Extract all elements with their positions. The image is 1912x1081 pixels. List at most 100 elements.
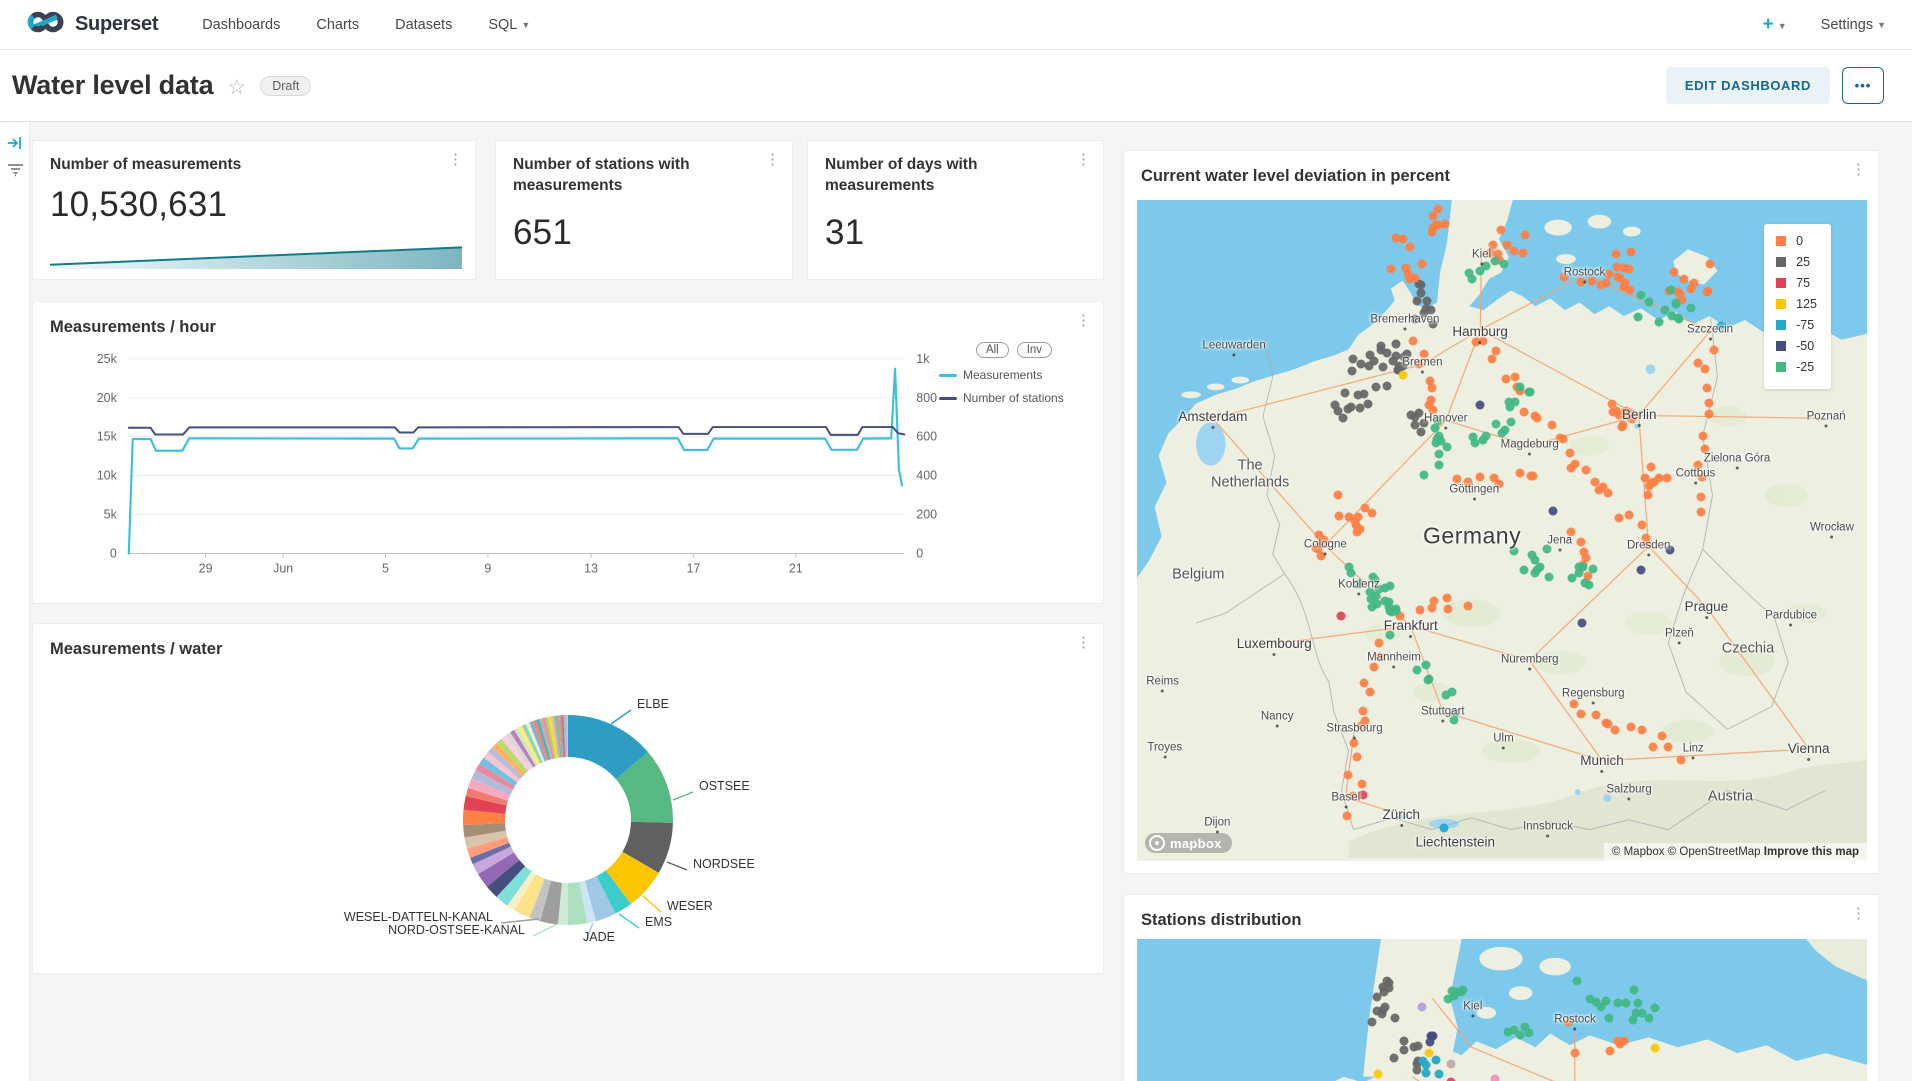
kebab-menu-icon[interactable]: ⋮ <box>448 153 463 167</box>
legend-row--25[interactable]: -25 <box>1776 360 1817 374</box>
map-label-kiel: Kiel <box>1472 248 1491 265</box>
donut-callout-elbe: ELBE <box>637 697 669 711</box>
chart-title: Measurements / water <box>50 638 222 660</box>
edit-dashboard-button[interactable]: EDIT DASHBOARD <box>1666 67 1830 104</box>
map-label-wroc-aw: Wrocław <box>1810 521 1854 538</box>
y-axis-tick-right: 0 <box>916 547 923 561</box>
map-label-bremen: Bremen <box>1402 357 1442 374</box>
legend-inv-pill[interactable]: Inv <box>1017 342 1052 358</box>
legend-label: 75 <box>1796 276 1810 290</box>
legend-row--50[interactable]: -50 <box>1776 339 1817 353</box>
hour-chart-legend: All Inv Measurements Number of stations <box>939 342 1089 414</box>
header-actions: EDIT DASHBOARD ••• <box>1666 67 1884 104</box>
legend-swatch <box>1776 257 1786 267</box>
nav-dashboards[interactable]: Dashboards <box>202 17 280 33</box>
x-axis-tick: 29 <box>199 561 213 575</box>
map-label-nancy: Nancy <box>1261 710 1294 727</box>
legend-row-125[interactable]: 125 <box>1776 297 1817 311</box>
map-label-ulm: Ulm <box>1493 732 1513 749</box>
map-label-leeuwarden: Leeuwarden <box>1202 340 1265 357</box>
page-title: Water level data <box>12 70 213 101</box>
map-label-pozna-: Poznań <box>1807 411 1846 428</box>
map-label-kiel: Kiel <box>1463 1001 1482 1018</box>
x-axis-tick: 21 <box>789 561 803 575</box>
series-line-measurements <box>129 369 902 554</box>
new-item-button[interactable]: +▼ <box>1763 14 1787 36</box>
legend-label: 125 <box>1796 297 1817 311</box>
map-label-plze-: Plzeň <box>1665 627 1694 644</box>
superset-brand[interactable]: Superset <box>26 8 158 41</box>
y-axis-tick-left: 15k <box>97 430 118 444</box>
brand-name: Superset <box>75 13 158 36</box>
map-label-szczecin: Szczecin <box>1687 323 1733 340</box>
map-label-frankfurt: Frankfurt <box>1384 618 1438 638</box>
kpi-card-measurements: Number of measurements ⋮ 10,530,631 <box>32 140 476 280</box>
legend-swatch <box>1776 320 1786 330</box>
nav-datasets[interactable]: Datasets <box>395 17 452 33</box>
legend-row-0[interactable]: 0 <box>1776 234 1817 248</box>
map-label-regensburg: Regensburg <box>1562 687 1625 704</box>
kebab-menu-icon[interactable]: ⋮ <box>1851 163 1866 177</box>
map-label-reims: Reims <box>1146 675 1179 692</box>
mapbox-logo-icon <box>1149 835 1165 851</box>
map-label-prague: Prague <box>1685 599 1729 619</box>
improve-map-link[interactable]: Improve this map <box>1764 846 1859 858</box>
kebab-menu-icon[interactable]: ⋮ <box>1851 907 1866 921</box>
map-label-the-netherlands: The Netherlands <box>1205 458 1295 491</box>
y-axis-tick-right: 600 <box>916 430 937 444</box>
map-label-troyes: Troyes <box>1147 741 1182 758</box>
y-axis-tick-right: 400 <box>916 469 937 483</box>
y-axis-tick-left: 0 <box>110 547 117 561</box>
legend-row--75[interactable]: -75 <box>1776 318 1817 332</box>
nav-charts[interactable]: Charts <box>316 17 359 33</box>
map-labels-layer: Kiel Rostock <box>1137 939 1867 1081</box>
deviation-map[interactable]: LeeuwardenAmsterdamThe NetherlandsBelgiu… <box>1137 200 1867 861</box>
y-axis-tick-left: 10k <box>97 469 118 483</box>
map-label-nuremberg: Nuremberg <box>1501 654 1559 671</box>
donut-callout-nordsee: NORDSEE <box>693 857 755 871</box>
legend-item-measurements[interactable]: Measurements <box>939 368 1089 382</box>
filter-icon[interactable] <box>0 164 30 177</box>
kebab-menu-icon[interactable]: ⋮ <box>1076 636 1091 650</box>
map-label-mannheim: Mannheim <box>1367 652 1421 669</box>
legend-row-25[interactable]: 25 <box>1776 255 1817 269</box>
map-label-magdeburg: Magdeburg <box>1501 438 1559 455</box>
legend-row-75[interactable]: 75 <box>1776 276 1817 290</box>
map-label-dresden: Dresden <box>1627 539 1670 556</box>
legend-label: 25 <box>1796 255 1810 269</box>
favorite-star-icon[interactable]: ☆ <box>227 75 246 100</box>
deviation-map-card: Current water level deviation in percent… <box>1123 150 1879 874</box>
map-label-austria: Austria <box>1685 789 1775 806</box>
map-label-salzburg: Salzburg <box>1606 784 1651 801</box>
legend-swatch <box>1776 362 1786 372</box>
x-axis-tick: 9 <box>484 561 491 575</box>
map-label-rostock: Rostock <box>1554 1014 1596 1031</box>
legend-swatch <box>939 374 957 377</box>
water-donut-card: Measurements / water ⋮ ELBEOSTSEENORDSEE… <box>32 623 1104 974</box>
map-label-rostock: Rostock <box>1564 266 1606 283</box>
legend-item-stations[interactable]: Number of stations <box>939 391 1089 405</box>
legend-all-pill[interactable]: All <box>976 342 1009 358</box>
caret-down-icon: ▼ <box>1877 20 1886 30</box>
legend-swatch <box>939 397 957 400</box>
chart-title: Current water level deviation in percent <box>1141 165 1450 187</box>
map-label-hamburg: Hamburg <box>1452 324 1508 344</box>
mapbox-logo[interactable]: mapbox <box>1145 833 1232 853</box>
dashboard-canvas: Number of measurements ⋮ 10,530,631 Numb… <box>30 122 1912 1081</box>
map-label-g-ttingen: Göttingen <box>1449 483 1499 500</box>
settings-menu[interactable]: Settings▼ <box>1821 17 1886 33</box>
legend-label: 0 <box>1796 234 1803 248</box>
nav-sql[interactable]: SQL▼ <box>488 17 530 33</box>
status-badge: Draft <box>260 76 311 96</box>
y-axis-tick-left: 25k <box>97 352 118 366</box>
x-axis-tick: 5 <box>382 561 389 575</box>
stations-map[interactable]: Kiel Rostock <box>1137 939 1867 1081</box>
expand-filters-icon[interactable] <box>0 136 30 150</box>
caret-down-icon: ▼ <box>521 20 530 30</box>
legend-swatch <box>1776 278 1786 288</box>
kebab-menu-icon[interactable]: ⋮ <box>1076 153 1091 167</box>
kebab-menu-icon[interactable]: ⋮ <box>765 153 780 167</box>
map-label-strasbourg: Strasbourg <box>1326 722 1382 739</box>
kpi-card-stations: Number of stations with measurements ⋮ 6… <box>495 140 793 280</box>
more-options-button[interactable]: ••• <box>1842 67 1884 104</box>
